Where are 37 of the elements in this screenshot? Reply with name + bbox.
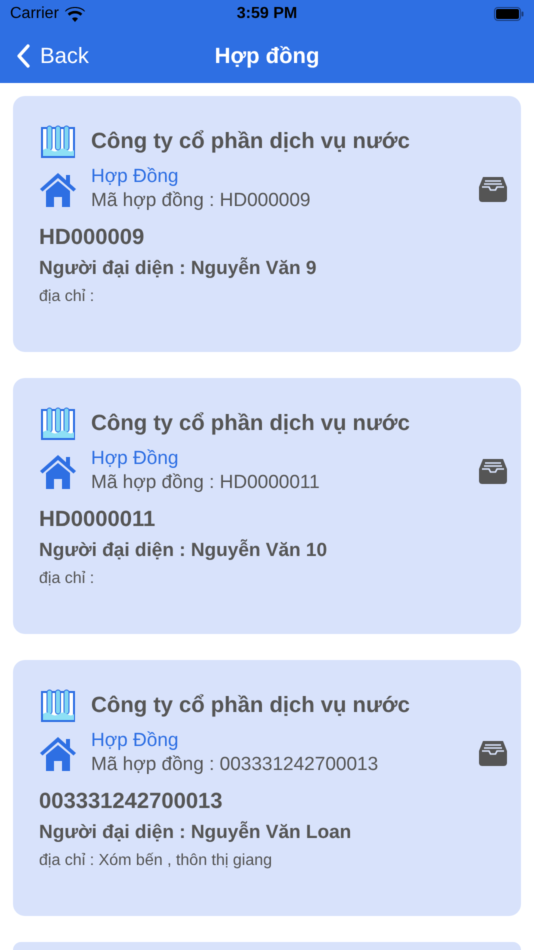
address: địa chỉ : [39, 570, 94, 588]
contract-code: 003331242700013 [39, 788, 223, 814]
company-name: Công ty cổ phần dịch vụ nước [91, 410, 410, 436]
address: địa chỉ : Xóm bến , thôn thị giang [39, 852, 272, 870]
company-name: Công ty cổ phần dịch vụ nước [91, 128, 410, 154]
wifi-icon [64, 6, 85, 22]
house-icon [39, 735, 77, 771]
contract-code: HD0000011 [39, 506, 156, 532]
address: địa chỉ : [39, 288, 94, 306]
contract-type: Hợp Đồng [91, 166, 178, 188]
contract-type: Hợp Đồng [91, 448, 178, 470]
contract-card[interactable]: Công ty cổ phần dịch vụ nước Hợp Đồng Mã hợp đồng : 003331242700013 003331242700013 Người đại diện : Nguyễn Văn Loan địa chỉ : Xóm bến , thôn thị giang [13, 660, 521, 916]
contract-card[interactable]: Công ty cổ phần dịch vụ nước Hợp Đồng Mã hợp đồng : HD0000011 HD0000011 Người đại diện : Nguyễn Văn 10 địa chỉ : [13, 378, 521, 634]
house-icon [39, 171, 77, 207]
inbox-icon[interactable] [479, 458, 507, 484]
carrier-label: Carrier [10, 5, 59, 23]
contract-code: HD000009 [39, 224, 144, 250]
screen-title: Hợp đồng [214, 42, 320, 68]
water-plant-icon [41, 406, 75, 440]
back-button[interactable]: Back [0, 42, 89, 68]
battery-icon [494, 7, 524, 21]
status-time: 3:59 PM [236, 5, 298, 22]
contract-number: Mã hợp đồng : 003331242700013 [91, 754, 378, 776]
representative: Người đại diện : Nguyễn Văn 10 [39, 540, 328, 562]
contract-number: Mã hợp đồng : HD000009 [91, 190, 310, 212]
contract-card[interactable]: Công ty cổ phần dịch vụ nước Hợp Đồng Mã hợp đồng : HD000009 HD000009 Người đại diện : Nguyễn Văn 9 địa chỉ : [13, 96, 521, 352]
house-icon [39, 453, 77, 489]
water-plant-icon [41, 688, 75, 722]
contract-number: Mã hợp đồng : HD0000011 [91, 472, 320, 494]
inbox-icon[interactable] [479, 740, 507, 766]
company-name: Công ty cổ phần dịch vụ nước [91, 692, 410, 718]
inbox-icon[interactable] [479, 176, 507, 202]
water-plant-icon [41, 124, 75, 158]
representative: Người đại diện : Nguyễn Văn Loan [39, 822, 352, 844]
contract-type: Hợp Đồng [91, 730, 178, 752]
representative: Người đại diện : Nguyễn Văn 9 [39, 258, 316, 280]
chevron-icon [16, 44, 30, 68]
